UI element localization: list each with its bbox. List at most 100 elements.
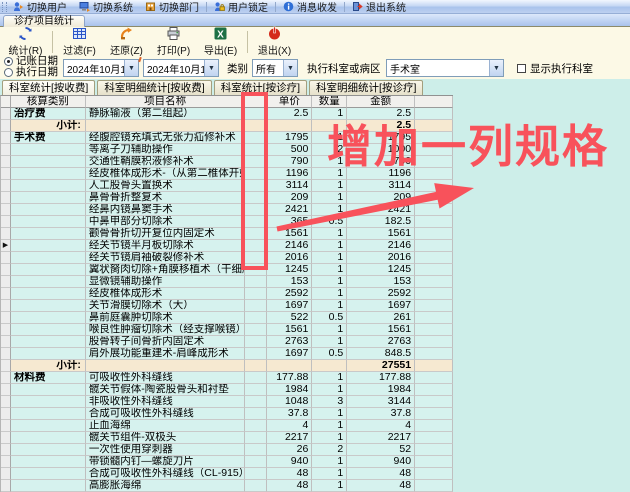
row-header-cell[interactable] [1, 276, 11, 288]
unit-price-cell[interactable]: 1048 [267, 396, 313, 408]
unit-price-cell[interactable]: 209 [267, 192, 313, 204]
item-name-cell[interactable]: 显微镜辅助操作 [85, 276, 246, 288]
item-name-cell[interactable]: 鼻前庭囊肿切除术 [85, 312, 246, 324]
header-trailing-cell[interactable] [415, 96, 453, 108]
unit-price-cell[interactable]: 177.88 [267, 372, 313, 384]
show-exec-dept-checkbox[interactable]: 显示执行科室 [517, 61, 593, 76]
category-cell[interactable] [10, 384, 86, 396]
category-cell[interactable] [10, 420, 86, 432]
trailing-cell[interactable] [415, 228, 453, 240]
trailing-cell[interactable] [415, 444, 453, 456]
chevron-down-icon[interactable]: ▼ [283, 60, 297, 76]
category-cell[interactable] [10, 480, 86, 492]
row-header-cell[interactable] [1, 384, 11, 396]
row-header-cell[interactable] [1, 444, 11, 456]
row-header-cell[interactable] [1, 96, 11, 108]
row-header-cell[interactable] [1, 180, 11, 192]
trailing-cell[interactable] [415, 348, 453, 360]
row-header-cell[interactable] [1, 372, 11, 384]
item-name-cell[interactable]: 静脉输液（第二组起） [85, 108, 246, 120]
unit-price-cell[interactable]: 1984 [267, 384, 313, 396]
item-name-cell[interactable]: 非吸收性外科缝线 [85, 396, 246, 408]
quantity-cell[interactable]: 1 [312, 252, 348, 264]
dept-combo[interactable]: 手术室 ▼ [386, 59, 504, 77]
trailing-cell[interactable] [415, 420, 453, 432]
spec-blank-cell[interactable] [245, 288, 268, 300]
amount-cell[interactable]: 940 [347, 456, 416, 468]
item-name-cell[interactable]: 中鼻甲部分切除术 [85, 216, 246, 228]
chevron-down-icon[interactable]: ▼ [124, 60, 138, 76]
quantity-cell[interactable]: 2 [312, 444, 348, 456]
trailing-cell[interactable] [415, 456, 453, 468]
amount-cell[interactable]: 2146 [347, 240, 416, 252]
unit-price-cell[interactable]: 2763 [267, 336, 313, 348]
trailing-cell[interactable] [415, 396, 453, 408]
spec-blank-cell[interactable] [245, 396, 268, 408]
quantity-cell[interactable]: 1 [312, 288, 348, 300]
item-name-cell[interactable]: 髋关节组件-双极头 [85, 432, 246, 444]
spec-blank-cell[interactable] [245, 420, 268, 432]
quantity-cell[interactable]: 3 [312, 396, 348, 408]
radio-exec-date[interactable]: 执行日期 [4, 67, 58, 78]
item-name-cell[interactable]: 颧骨骨折切开复位内固定术 [85, 228, 246, 240]
unit-price-cell[interactable] [267, 360, 313, 372]
header-category-cell[interactable]: 核算类别 [10, 96, 86, 108]
amount-cell[interactable]: 1697 [347, 300, 416, 312]
quantity-cell[interactable]: 1 [312, 228, 348, 240]
unit-price-cell[interactable]: 790 [267, 156, 313, 168]
trailing-cell[interactable] [415, 288, 453, 300]
trailing-cell[interactable] [415, 264, 453, 276]
unit-price-cell[interactable]: 500 [267, 144, 313, 156]
spec-blank-cell[interactable] [245, 408, 268, 420]
unit-price-cell[interactable]: 1561 [267, 228, 313, 240]
category-cell[interactable] [10, 468, 86, 480]
amount-cell[interactable]: 1984 [347, 384, 416, 396]
item-name-cell[interactable] [85, 120, 246, 132]
toolbar-button-stats[interactable]: 统计(R) [2, 26, 49, 57]
item-name-cell[interactable]: 关节滑膜切除术（大） [85, 300, 246, 312]
trailing-cell[interactable] [415, 204, 453, 216]
row-header-cell[interactable] [1, 168, 11, 180]
item-name-cell[interactable]: 经皮椎体成形术-（从第二椎体开始加收） [85, 168, 246, 180]
row-header-cell[interactable] [1, 300, 11, 312]
trailing-cell[interactable] [415, 216, 453, 228]
amount-cell[interactable]: 48 [347, 480, 416, 492]
trailing-cell[interactable] [415, 480, 453, 492]
chevron-down-icon[interactable]: ▼ [204, 60, 218, 76]
quantity-cell[interactable]: 1 [312, 456, 348, 468]
unit-price-cell[interactable]: 3114 [267, 180, 313, 192]
category-cell[interactable] [10, 408, 86, 420]
row-header-cell[interactable] [1, 456, 11, 468]
quantity-cell[interactable]: 1 [312, 384, 348, 396]
category-cell[interactable] [10, 348, 86, 360]
category-combo[interactable]: 所有 ▼ [252, 59, 298, 77]
item-name-cell[interactable]: 经皮椎体成形术 [85, 288, 246, 300]
current-row-marker[interactable]: ▶ [1, 240, 11, 252]
amount-cell[interactable]: 3144 [347, 396, 416, 408]
item-name-cell[interactable]: 经关节镜肩袖破裂修补术 [85, 252, 246, 264]
header-item-name-cell[interactable]: 项目名称 [85, 96, 246, 108]
header-amount-cell[interactable]: 金额 [347, 96, 416, 108]
row-header-cell[interactable] [1, 204, 11, 216]
row-header-cell[interactable] [1, 408, 11, 420]
unit-price-cell[interactable]: 1561 [267, 324, 313, 336]
row-header-cell[interactable] [1, 120, 11, 132]
unit-price-cell[interactable]: 522 [267, 312, 313, 324]
unit-price-cell[interactable]: 4 [267, 420, 313, 432]
unit-price-cell[interactable]: 365 [267, 216, 313, 228]
amount-cell[interactable]: 153 [347, 276, 416, 288]
quantity-cell[interactable]: 0.5 [312, 348, 348, 360]
row-header-cell[interactable] [1, 216, 11, 228]
row-header-cell[interactable] [1, 396, 11, 408]
quantity-cell[interactable] [312, 360, 348, 372]
menu-item-switch-system[interactable]: 切换系统 [73, 0, 139, 14]
category-cell[interactable] [10, 204, 86, 216]
unit-price-cell[interactable]: 1697 [267, 300, 313, 312]
unit-price-cell[interactable]: 2421 [267, 204, 313, 216]
unit-price-cell[interactable]: 153 [267, 276, 313, 288]
item-name-cell[interactable]: 人工股骨头置换术 [85, 180, 246, 192]
trailing-cell[interactable] [415, 324, 453, 336]
quantity-cell[interactable]: 0.5 [312, 312, 348, 324]
category-cell[interactable] [10, 312, 86, 324]
menu-item-user-lock[interactable]: 用户锁定 [208, 0, 274, 14]
